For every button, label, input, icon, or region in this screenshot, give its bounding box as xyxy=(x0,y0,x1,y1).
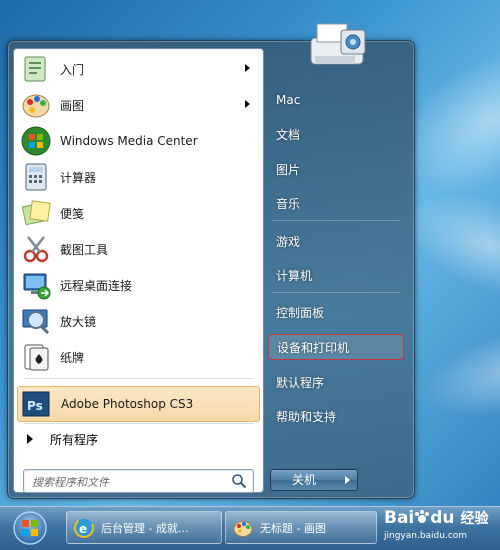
program-label: 截图工具 xyxy=(60,242,109,257)
program-item-snipping-tool[interactable]: 截图工具 xyxy=(17,231,260,267)
calculator-icon xyxy=(25,163,47,191)
media-center-icon xyxy=(21,126,51,156)
program-item-remote-desktop[interactable]: 远程桌面连接 xyxy=(17,267,260,303)
search-box[interactable] xyxy=(23,469,254,493)
program-label: Adobe Photoshop CS3 xyxy=(61,397,194,411)
submenu-arrow-icon xyxy=(245,64,250,72)
program-label: 入门 xyxy=(60,62,85,77)
right-item-devices-printers[interactable]: 设备和打印机 xyxy=(268,334,404,360)
divider xyxy=(272,220,400,221)
getting-started-icon xyxy=(24,56,46,82)
right-item-documents[interactable]: 文档 xyxy=(268,122,404,146)
program-label: 画图 xyxy=(60,98,85,113)
sticky-notes-icon xyxy=(21,200,51,226)
baidu-watermark: Bai du 经验 jingyan.baidu.com xyxy=(382,506,498,546)
program-label: 计算器 xyxy=(60,170,97,185)
paint-icon xyxy=(233,520,253,537)
watermark-url: jingyan.baidu.com xyxy=(384,531,468,541)
program-label: 便笺 xyxy=(60,206,85,221)
solitaire-icon xyxy=(24,344,49,371)
program-item-solitaire[interactable]: 纸牌 xyxy=(17,339,260,375)
program-item-media-center[interactable]: Windows Media Center xyxy=(17,123,260,159)
magnifier-icon xyxy=(22,309,50,335)
watermark-brand2: du xyxy=(430,508,455,528)
paint-icon xyxy=(22,94,50,118)
shutdown-button[interactable]: 关机 xyxy=(270,469,338,491)
svg-text:e: e xyxy=(79,522,87,536)
search-input[interactable] xyxy=(30,473,224,491)
all-programs-button[interactable]: 所有程序 xyxy=(17,425,260,453)
program-item-calculator[interactable]: 计算器 xyxy=(17,159,260,195)
right-item-computer[interactable]: 计算机 xyxy=(268,263,404,287)
program-label: 纸牌 xyxy=(60,350,85,365)
shutdown-options-button[interactable] xyxy=(337,469,358,491)
printer-icon[interactable] xyxy=(305,18,373,72)
programs-panel: 入门 画图 Windows Media Center 计算器 便笺 截图工具 远… xyxy=(13,48,264,493)
all-programs-label: 所有程序 xyxy=(50,432,99,447)
divider xyxy=(24,423,254,424)
taskbar-button-browser[interactable]: e 后台管理 - 成就... xyxy=(66,511,222,544)
photoshop-icon: Ps xyxy=(22,391,50,417)
program-item-photoshop[interactable]: Ps Adobe Photoshop CS3 xyxy=(17,386,260,422)
program-item-magnifier[interactable]: 放大镜 xyxy=(17,303,260,339)
snipping-tool-icon xyxy=(23,236,49,263)
taskbar-button-label: 无标题 - 画图 xyxy=(260,521,326,535)
right-item-games[interactable]: 游戏 xyxy=(268,229,404,253)
paw-icon xyxy=(415,510,430,523)
watermark-suffix: 经验 xyxy=(460,511,489,527)
program-label: 放大镜 xyxy=(60,314,97,329)
right-item-user[interactable]: Mac xyxy=(268,88,404,112)
right-item-pictures[interactable]: 图片 xyxy=(268,157,404,181)
start-orb-icon[interactable] xyxy=(10,510,50,546)
watermark-brand: Bai xyxy=(384,508,415,528)
right-item-default-programs[interactable]: 默认程序 xyxy=(268,370,404,394)
remote-desktop-icon xyxy=(23,273,51,300)
right-item-control-panel[interactable]: 控制面板 xyxy=(268,300,404,324)
taskbar-button-paint[interactable]: 无标题 - 画图 xyxy=(225,511,377,544)
all-programs-arrow-icon xyxy=(27,434,33,444)
svg-text:Ps: Ps xyxy=(27,399,43,413)
divider xyxy=(272,292,400,293)
submenu-arrow-icon xyxy=(245,100,250,108)
program-item-sticky-notes[interactable]: 便笺 xyxy=(17,195,260,231)
ie-icon: e xyxy=(74,517,94,538)
program-label: Windows Media Center xyxy=(60,134,198,148)
search-icon[interactable] xyxy=(231,473,247,489)
taskbar-button-label: 后台管理 - 成就... xyxy=(101,521,189,535)
program-label: 远程桌面连接 xyxy=(60,278,133,293)
right-item-music[interactable]: 音乐 xyxy=(268,191,404,215)
program-item-getting-started[interactable]: 入门 xyxy=(17,51,260,87)
divider xyxy=(24,378,254,379)
right-item-help-support[interactable]: 帮助和支持 xyxy=(268,404,404,428)
program-item-paint[interactable]: 画图 xyxy=(17,87,260,123)
